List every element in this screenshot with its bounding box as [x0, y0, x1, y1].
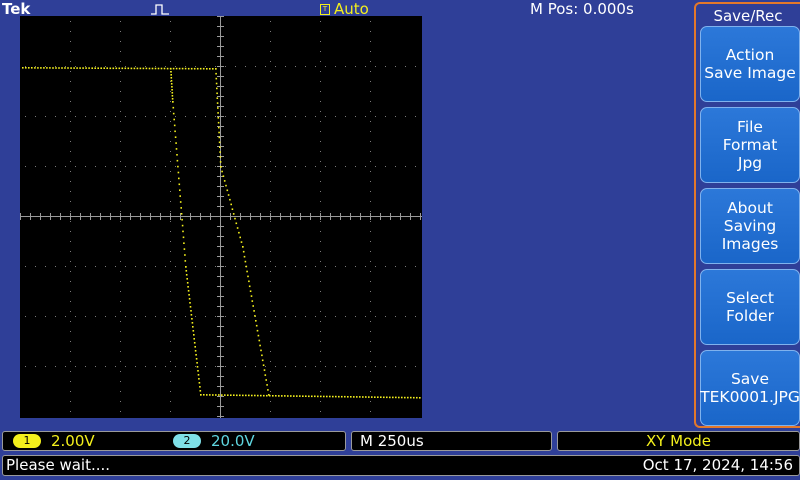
date-time: Oct 17, 2024, 14:56 — [642, 456, 793, 474]
file-format-button[interactable]: File Format Jpg — [700, 107, 800, 183]
graticule — [20, 16, 422, 418]
menu-line: File — [737, 118, 763, 136]
menu-line: TEK0001.JPG — [700, 388, 800, 406]
timebase-box[interactable]: M 250us — [351, 431, 552, 451]
timebase-readout: M 250us — [360, 432, 424, 450]
channel-readout-box[interactable]: 1 2.00V 2 20.0V — [2, 431, 346, 451]
horizontal-position-readout: M Pos: 0.000s — [530, 0, 634, 18]
display-mode-readout: XY Mode — [645, 432, 712, 450]
save-file-button[interactable]: Save TEK0001.JPG — [700, 350, 800, 426]
message-bar: Please wait.... Oct 17, 2024, 14:56 — [2, 455, 800, 476]
waveform-display — [20, 16, 422, 418]
ch1-scale: 2.00V — [51, 432, 95, 450]
action-save-image-button[interactable]: Action Save Image — [700, 26, 800, 102]
pulse-edge-icon — [151, 4, 169, 15]
menu-line: Save — [730, 370, 770, 388]
ch2-scale: 20.0V — [211, 432, 255, 450]
menu-line: Save Image — [704, 64, 796, 82]
display-mode-box[interactable]: XY Mode — [557, 431, 800, 451]
about-saving-images-button[interactable]: About Saving Images — [700, 188, 800, 264]
side-menu-save-rec: Save/Rec Action Save Image File Format J… — [694, 2, 800, 428]
status-message: Please wait.... — [6, 456, 111, 474]
side-menu-title: Save/Rec — [713, 7, 783, 25]
center-axes — [20, 16, 422, 418]
menu-line: About — [727, 199, 773, 217]
menu-line: Saving — [723, 217, 777, 235]
menu-line: Jpg — [737, 154, 763, 172]
ch1-badge: 1 — [13, 434, 41, 448]
ch2-badge: 2 — [173, 434, 201, 448]
menu-line: Action — [725, 46, 775, 64]
menu-line: Format — [722, 136, 778, 154]
menu-line: Images — [721, 235, 779, 253]
select-folder-button[interactable]: Select Folder — [700, 269, 800, 345]
menu-line: Select — [726, 289, 774, 307]
menu-line: Folder — [726, 307, 774, 325]
channel-status-bar: 1 2.00V 2 20.0V M 250us XY Mode — [0, 431, 800, 453]
trigger-mode-icon: T — [320, 3, 330, 15]
